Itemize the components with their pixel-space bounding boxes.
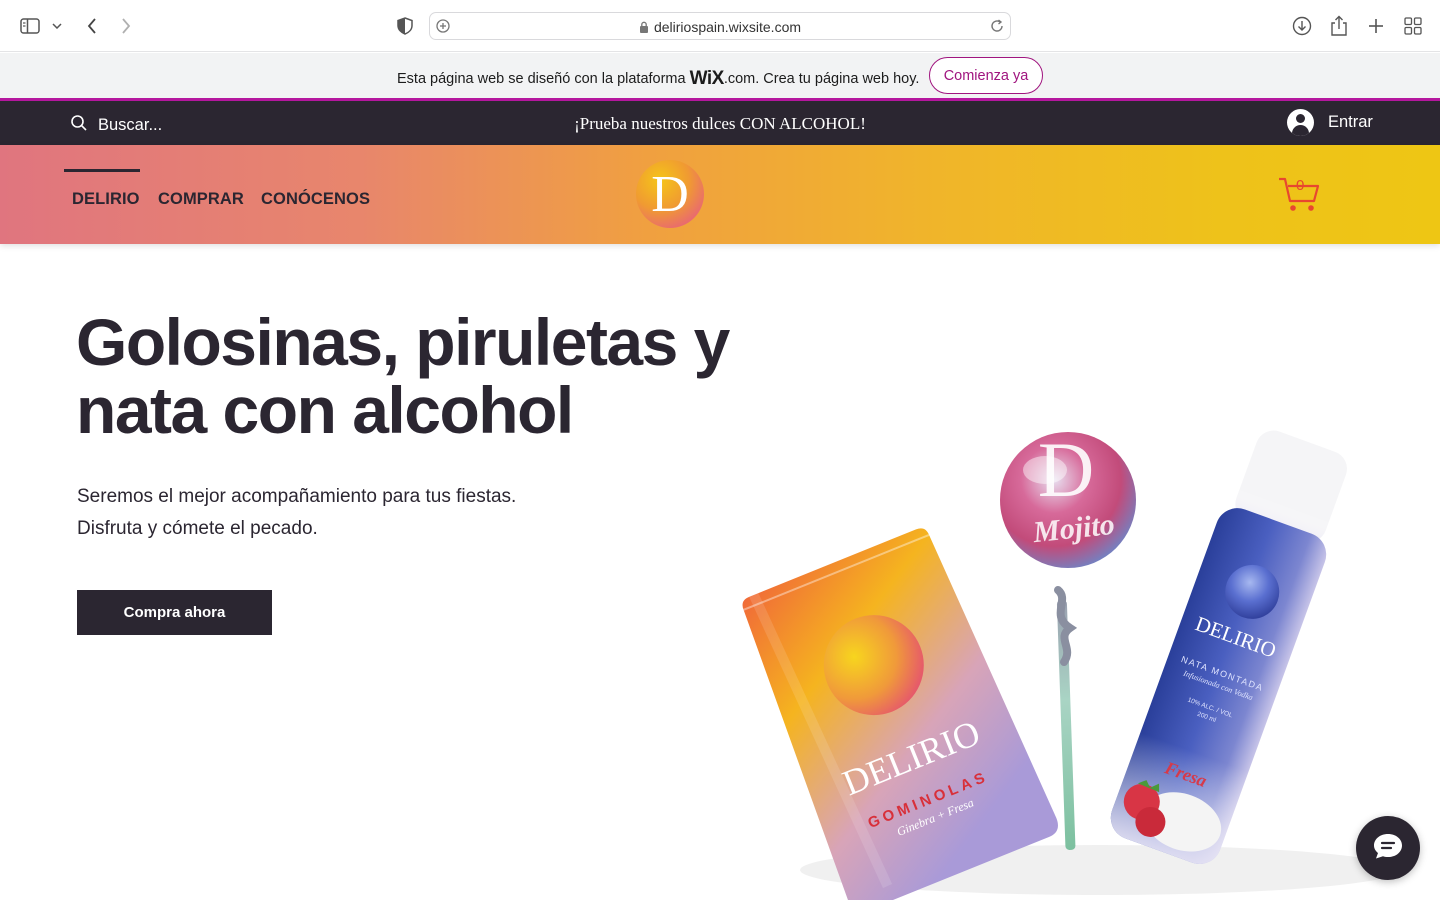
avatar-icon bbox=[1287, 109, 1314, 136]
wix-banner-text: Esta página web se diseñó con la platafo… bbox=[397, 68, 919, 90]
chat-icon bbox=[1372, 832, 1404, 865]
site-topbar: Buscar... ¡Prueba nuestros dulces CON AL… bbox=[0, 101, 1440, 145]
url-text: deliriospain.wixsite.com bbox=[430, 19, 1010, 36]
wix-text-after: .com. Crea tu página web hoy. bbox=[723, 71, 920, 87]
forward-icon[interactable] bbox=[114, 14, 138, 38]
back-icon[interactable] bbox=[80, 14, 104, 38]
hero-subtitle: Seremos el mejor acompañamiento para tus… bbox=[77, 481, 516, 545]
start-now-button[interactable]: Comienza ya bbox=[929, 57, 1043, 94]
main-navigation: DELIRIO COMPRAR CONÓCENOS D 0 bbox=[0, 145, 1440, 244]
url-label: deliriospain.wixsite.com bbox=[653, 19, 802, 35]
whipped-cream-can: DELIRIO NATA MONTADA Infusionada con Vod… bbox=[1110, 430, 1347, 864]
chat-button[interactable] bbox=[1356, 816, 1420, 880]
shield-icon[interactable] bbox=[393, 14, 417, 38]
product-image: DELIRIO NATA MONTADA Infusionada con Vod… bbox=[742, 426, 1400, 900]
lock-icon bbox=[639, 20, 649, 36]
active-nav-indicator bbox=[64, 169, 140, 172]
hero-title: Golosinas, piruletas y nata con alcohol bbox=[76, 308, 776, 444]
sidebar-toggle-icon[interactable] bbox=[19, 14, 41, 38]
lollipop-letter: D bbox=[1038, 426, 1094, 513]
new-tab-icon[interactable] bbox=[1364, 14, 1388, 38]
browser-toolbar: deliriospain.wixsite.com bbox=[0, 0, 1440, 52]
logo-letter: D bbox=[651, 166, 689, 223]
address-bar[interactable]: deliriospain.wixsite.com bbox=[429, 12, 1011, 40]
hero-title-line2: nata con alcohol bbox=[76, 373, 574, 447]
cart-count: 0 bbox=[1296, 177, 1305, 194]
download-icon[interactable] bbox=[1290, 14, 1314, 38]
wix-banner: Esta página web se diseñó con la platafo… bbox=[0, 53, 1440, 99]
hero-title-line1: Golosinas, piruletas y bbox=[76, 305, 730, 379]
wix-text-before: Esta página web se diseñó con la platafo… bbox=[397, 71, 690, 87]
site-logo[interactable]: D bbox=[636, 160, 704, 228]
nav-item-delirio[interactable]: DELIRIO bbox=[72, 190, 140, 209]
reload-icon[interactable] bbox=[989, 18, 1005, 39]
login-button[interactable]: Entrar bbox=[1287, 109, 1373, 136]
share-icon[interactable] bbox=[1327, 14, 1351, 38]
wix-logo[interactable]: WiX bbox=[690, 68, 725, 89]
promo-text: ¡Prueba nuestros dulces CON ALCOHOL! bbox=[574, 114, 866, 133]
tab-overview-icon[interactable] bbox=[1401, 14, 1425, 38]
login-label: Entrar bbox=[1328, 113, 1373, 131]
buy-now-button[interactable]: Compra ahora bbox=[77, 590, 272, 635]
chevron-down-icon[interactable] bbox=[50, 14, 64, 38]
hero-subtitle-line2: Disfruta y cómete el pecado. bbox=[77, 518, 318, 539]
gummies-bag: DELIRIO GOMINOLAS Ginebra + Fresa bbox=[742, 528, 1058, 900]
nav-item-comprar[interactable]: COMPRAR bbox=[158, 190, 244, 209]
hero-subtitle-line1: Seremos el mejor acompañamiento para tus… bbox=[77, 486, 517, 507]
nav-item-conocenos[interactable]: CONÓCENOS bbox=[261, 190, 370, 209]
